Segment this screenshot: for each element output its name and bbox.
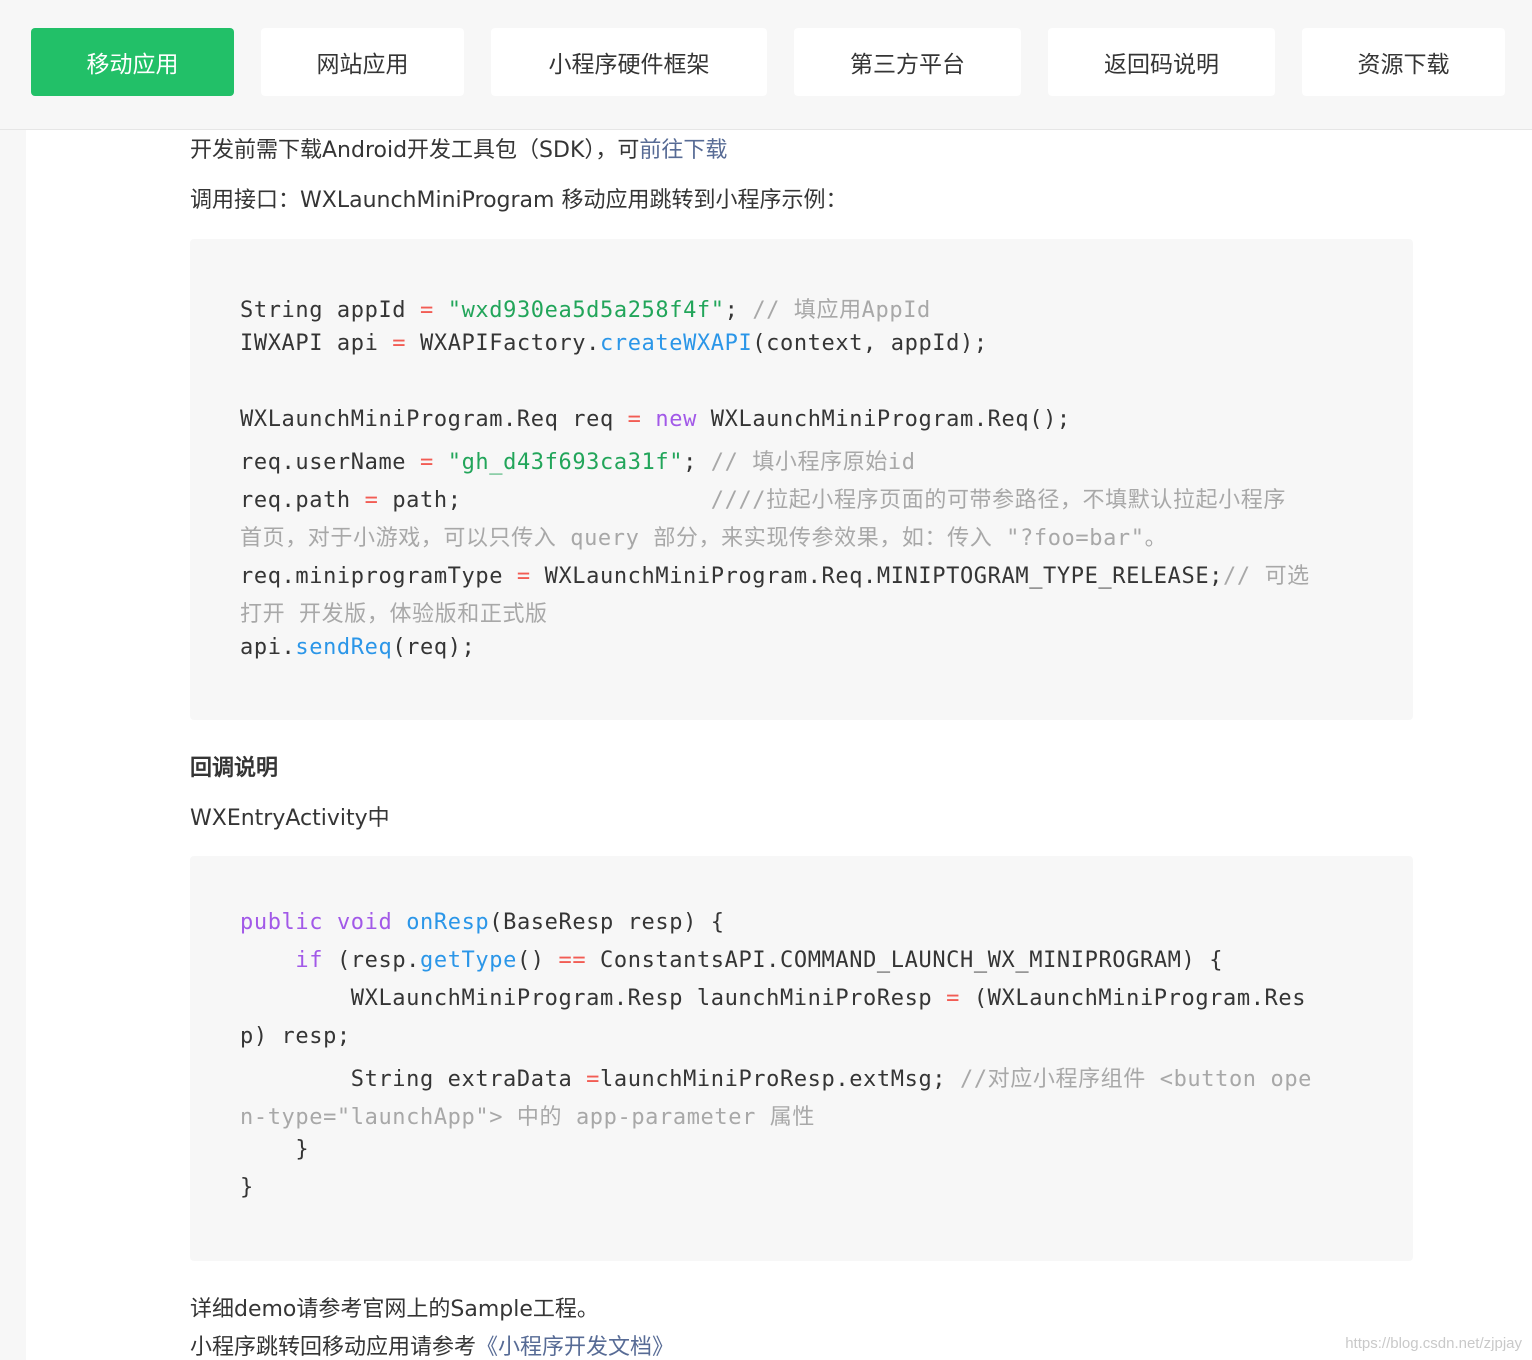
sdk-paragraph: 开发前需下载Android开发工具包（SDK），可前往下载 [190,132,727,164]
tab-mobile-app[interactable]: 移动应用 [31,28,234,96]
top-tab-bar: 移动应用 网站应用 小程序硬件框架 第三方平台 返回码说明 资源下载 [0,0,1532,130]
demo-text: 详细demo请参考官网上的Sample工程。 [190,1297,599,1322]
doc-content: 开发前需下载Android开发工具包（SDK），可前往下载 调用接口：WXLau… [26,130,1532,1360]
code-line: req.userName = "gh_d43f693ca31f"; // 填小程… [240,450,916,475]
code-line: WXLaunchMiniProgram.Resp launchMiniProRe… [240,986,1307,1011]
tab-miniprogram-hardware[interactable]: 小程序硬件框架 [491,28,767,96]
code-line: String extraData =launchMiniProResp.extM… [240,1067,1313,1092]
entry-activity-text: WXEntryActivity中 [190,806,390,831]
code-line: } [240,1137,310,1162]
tab-website-app[interactable]: 网站应用 [261,28,464,96]
code-line: req.miniprogramType = WXLaunchMiniProgra… [240,564,1310,589]
tab-return-codes[interactable]: 返回码说明 [1048,28,1275,96]
return-paragraph: 小程序跳转回移动应用请参考《小程序开发文档》 [190,1329,674,1360]
code-line: api.sendReq(req); [240,635,476,660]
miniprogram-docs-link[interactable]: 《小程序开发文档》 [476,1335,674,1360]
code-line: n-type="launchApp"> 中的 app-parameter 属性 [240,1105,815,1130]
code-line: public void onResp(BaseResp resp) { [240,910,725,935]
code-block-launch: String appId = "wxd930ea5d5a258f4f"; // … [190,239,1413,720]
code-block-callback: public void onResp(BaseResp resp) { if (… [190,856,1413,1261]
code-line: WXLaunchMiniProgram.Req req = new WXLaun… [240,407,1071,432]
code-line: if (resp.getType() == ConstantsAPI.COMMA… [295,948,1224,973]
code-line: } [240,1175,254,1200]
tab-resource-download[interactable]: 资源下载 [1302,28,1505,96]
api-paragraph: 调用接口：WXLaunchMiniProgram 移动应用跳转到小程序示例： [190,188,848,213]
watermark: https://blog.csdn.net/zjpjay [1345,1335,1522,1352]
code-line: IWXAPI api = WXAPIFactory.createWXAPI(co… [240,331,988,356]
sdk-download-link[interactable]: 前往下载 [639,138,727,163]
return-text: 小程序跳转回移动应用请参考 [190,1335,477,1360]
code-line: 打开 开发版，体验版和正式版 [240,602,548,627]
sdk-text: 开发前需下载Android开发工具包（SDK），可 [190,138,640,163]
code-line: 首页，对于小游戏，可以只传入 query 部分，来实现传参效果，如：传入 "?f… [240,526,1168,551]
tab-third-party-platform[interactable]: 第三方平台 [794,28,1021,96]
code-line: String appId = "wxd930ea5d5a258f4f"; // … [240,298,931,323]
callback-heading: 回调说明 [190,756,279,781]
code-line: req.path = path; ////拉起小程序页面的可带参路径，不填默认拉… [240,488,1286,513]
code-line: p) resp; [240,1024,351,1049]
